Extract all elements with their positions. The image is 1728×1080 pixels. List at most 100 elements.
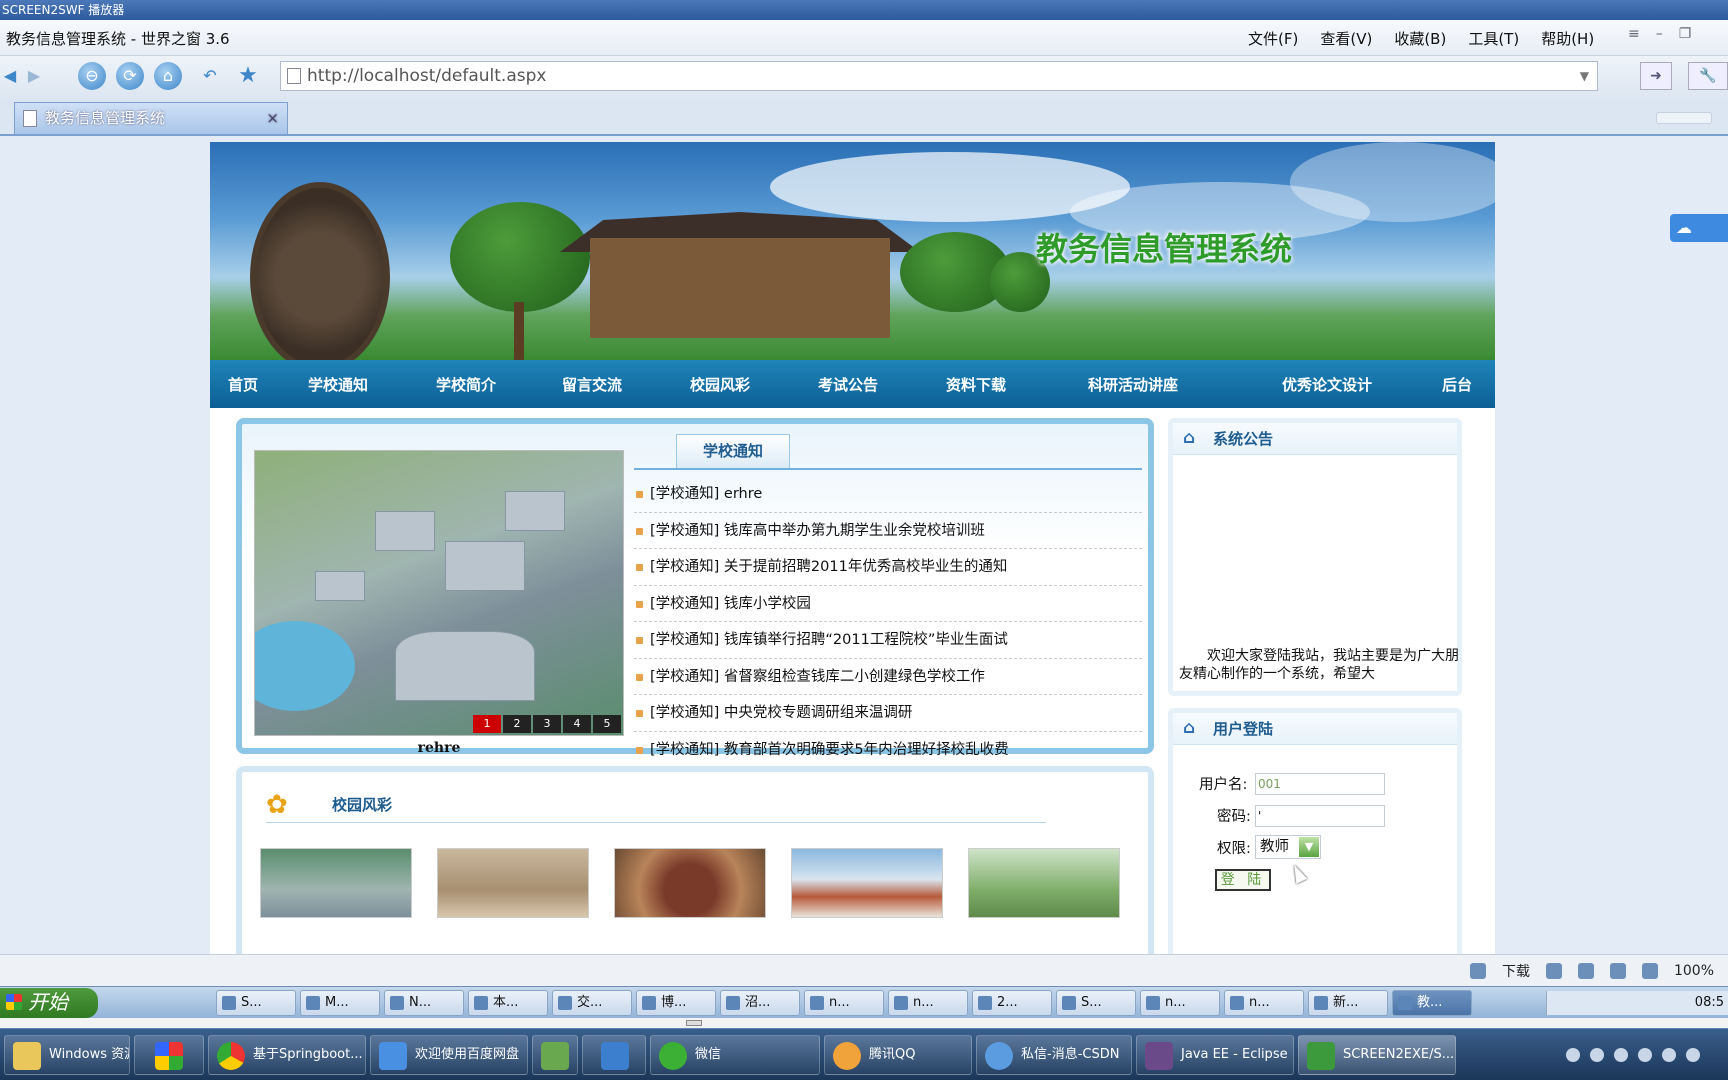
menu-toggle-icon[interactable]: ≡ [1628, 26, 1640, 42]
taskbar-eclipse[interactable]: Java EE - Eclipse [1136, 1035, 1294, 1075]
taskbar-item[interactable]: 2... [972, 990, 1052, 1016]
tab-active[interactable]: 教务信息管理系统 × [14, 102, 288, 134]
taskbar-item[interactable]: n... [888, 990, 968, 1016]
taskbar-screen2exe[interactable]: SCREEN2EXE/S... [1298, 1035, 1456, 1075]
news-item[interactable]: [学校通知] 关于提前招聘2011年优秀高校毕业生的通知 [634, 549, 1142, 586]
volume-icon[interactable] [1662, 1048, 1676, 1062]
slider-page-5[interactable]: 5 [593, 715, 621, 733]
volume-icon[interactable] [1609, 963, 1626, 979]
menu-tools[interactable]: 工具(T) [1468, 28, 1519, 49]
slider-page-4[interactable]: 4 [563, 715, 591, 733]
nav-exam-notice[interactable]: 考试公告 [818, 374, 878, 395]
tray-icon[interactable] [1566, 1048, 1580, 1062]
username-field[interactable]: 001 [1255, 773, 1385, 795]
tray-icon[interactable] [1590, 1048, 1604, 1062]
password-field[interactable]: ' [1255, 805, 1385, 827]
news-item[interactable]: [学校通知] 教育部首次明确要求5年内治理好择校乱收费 [634, 732, 1142, 768]
campus-photo[interactable] [968, 848, 1120, 918]
address-dropdown-icon[interactable]: ▼ [1580, 62, 1589, 90]
nav-message-board[interactable]: 留言交流 [562, 374, 622, 395]
network-icon[interactable] [1686, 1048, 1700, 1062]
taskbar-item[interactable]: N... [384, 990, 464, 1016]
slider-page-2[interactable]: 2 [503, 715, 531, 733]
taskbar-item-active[interactable]: 教... [1392, 990, 1472, 1016]
taskbar-item[interactable]: 本... [468, 990, 548, 1016]
campus-photo[interactable] [614, 848, 766, 918]
taskbar-item[interactable]: n... [1140, 990, 1220, 1016]
taskbar-qq[interactable]: 腾讯QQ [824, 1035, 972, 1075]
address-bar[interactable]: http://localhost/default.aspx ▼ [280, 61, 1598, 91]
taskbar-app[interactable] [582, 1035, 646, 1075]
stop-icon[interactable]: ⊖ [78, 62, 106, 90]
refresh-icon[interactable]: ⟳ [116, 62, 144, 90]
menu-help[interactable]: 帮助(H) [1541, 28, 1594, 49]
scrollbar-grip[interactable] [686, 1020, 702, 1026]
go-button[interactable]: ➜ [1640, 62, 1672, 90]
news-item[interactable]: [学校通知] 省督察组检查钱库二小创建绿色学校工作 [634, 659, 1142, 695]
cloud-share-icon[interactable]: ☁ [1670, 214, 1728, 242]
news-item[interactable]: [学校通知] 钱库镇举行招聘“2011工程院校”毕业生面试 [634, 622, 1142, 659]
taskbar-explorer[interactable]: Windows 资源... [4, 1035, 130, 1075]
slider-image[interactable]: 1 2 3 4 5 [254, 450, 624, 736]
taskbar-item[interactable]: S... [216, 990, 296, 1016]
menu-file[interactable]: 文件(F) [1248, 28, 1298, 49]
tab-school-notice[interactable]: 学校通知 [676, 434, 790, 468]
tray-icon[interactable] [1614, 1048, 1628, 1062]
taskbar-baidu-pan[interactable]: 欢迎使用百度网盘 [370, 1035, 528, 1075]
slider-page-3[interactable]: 3 [533, 715, 561, 733]
zoom-level[interactable]: 100% [1674, 963, 1714, 979]
taskbar-app[interactable] [532, 1035, 578, 1075]
campus-photo[interactable] [437, 848, 589, 918]
nav-thesis[interactable]: 优秀论文设计 [1282, 374, 1372, 395]
login-button[interactable]: 登 陆 [1215, 869, 1271, 891]
taskbar-csdn[interactable]: 私信-消息-CSDN [976, 1035, 1132, 1075]
tray-icon[interactable] [1638, 1048, 1652, 1062]
taskbar-item[interactable]: 新... [1308, 990, 1388, 1016]
taskbar-item[interactable]: S... [1056, 990, 1136, 1016]
forward-icon[interactable]: ▶ [20, 62, 48, 90]
status-icon[interactable] [1545, 963, 1562, 979]
download-label[interactable]: 下载 [1502, 961, 1530, 981]
nav-research-lectures[interactable]: 科研活动讲座 [1088, 374, 1178, 395]
menu-favorites[interactable]: 收藏(B) [1394, 28, 1446, 49]
news-item[interactable]: [学校通知] 中央党校专题调研组来温调研 [634, 695, 1142, 732]
news-item[interactable]: [学校通知] 钱库小学校园 [634, 586, 1142, 622]
nav-admin[interactable]: 后台 [1442, 374, 1472, 395]
tools-button[interactable]: 🔧 [1688, 62, 1728, 90]
slider-page-1[interactable]: 1 [473, 715, 501, 733]
taskbar-item[interactable]: n... [1224, 990, 1304, 1016]
start-button[interactable]: 开始 [0, 988, 98, 1018]
nav-campus[interactable]: 校园风彩 [690, 374, 750, 395]
horizontal-scrollbar[interactable] [0, 1018, 1728, 1028]
taskbar-wechat[interactable]: 微信 [650, 1035, 820, 1075]
taskbar-item[interactable]: 交... [552, 990, 632, 1016]
campus-photo[interactable] [791, 848, 943, 918]
taskbar-app[interactable] [134, 1035, 204, 1075]
slider-caption[interactable]: rehre [254, 740, 624, 756]
news-item[interactable]: [学校通知] erhre [634, 476, 1142, 513]
nav-home[interactable]: 首页 [228, 374, 258, 395]
restore-icon[interactable]: ❐ [1679, 26, 1692, 42]
chevron-down-icon[interactable]: ▼ [1299, 837, 1319, 857]
taskbar-item[interactable]: 博... [636, 990, 716, 1016]
minimize-icon[interactable]: – [1656, 26, 1663, 42]
taskbar-item[interactable]: n... [804, 990, 884, 1016]
status-icon[interactable] [1469, 963, 1486, 979]
zoom-icon[interactable] [1641, 963, 1658, 979]
favorite-star-icon[interactable]: ★ [234, 62, 262, 90]
campus-photo[interactable] [260, 848, 412, 918]
news-item[interactable]: [学校通知] 钱库高中举办第九期学生业余党校培训班 [634, 513, 1142, 549]
tab-close-icon[interactable]: × [266, 103, 279, 133]
menu-view[interactable]: 查看(V) [1320, 28, 1372, 49]
nav-school-notice[interactable]: 学校通知 [308, 374, 368, 395]
nav-school-intro[interactable]: 学校简介 [436, 374, 496, 395]
taskbar-item[interactable]: 沼... [720, 990, 800, 1016]
taskbar-chrome[interactable]: 基于Springboot... [208, 1035, 366, 1075]
status-icon[interactable] [1577, 963, 1594, 979]
undo-icon[interactable]: ↶ [196, 62, 224, 90]
new-tab-area[interactable] [1656, 112, 1712, 124]
taskbar-item[interactable]: M... [300, 990, 380, 1016]
home-icon[interactable]: ⌂ [154, 62, 182, 90]
nav-downloads[interactable]: 资料下载 [946, 374, 1006, 395]
role-select[interactable]: 教师 ▼ [1255, 835, 1321, 859]
